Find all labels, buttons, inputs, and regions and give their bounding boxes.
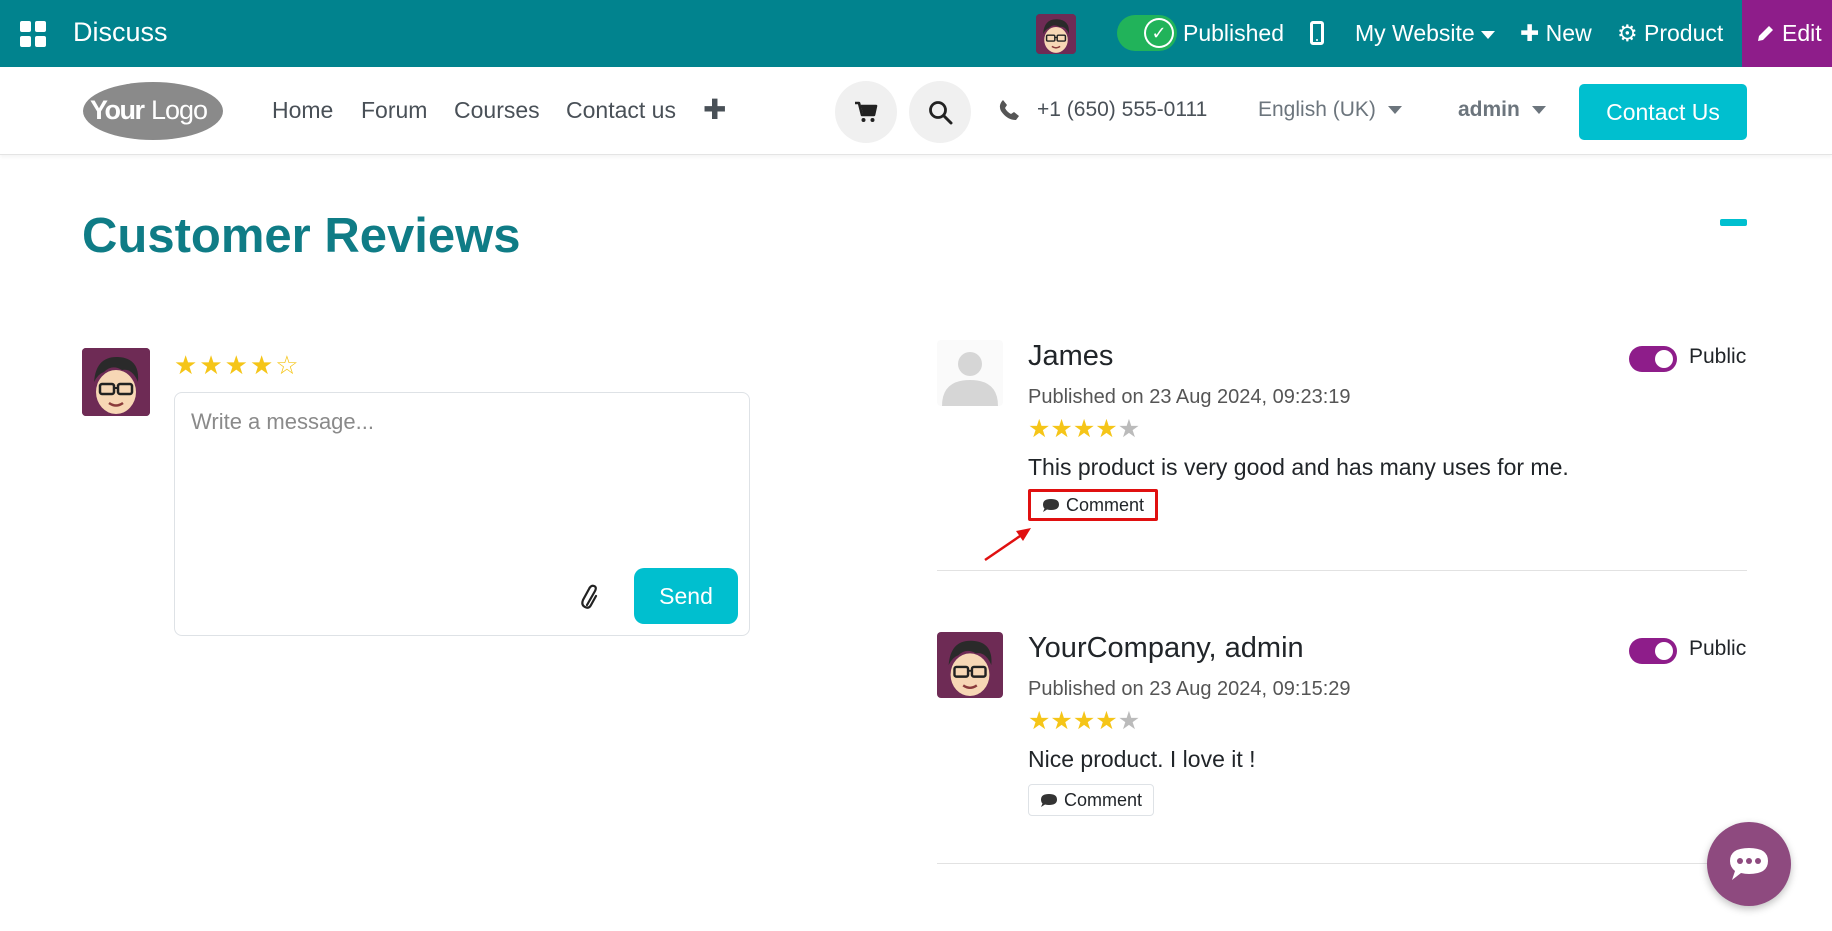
collapse-icon[interactable] [1720,219,1747,226]
apps-menu-icon[interactable] [20,21,46,47]
composer-rating[interactable]: ★ ★ ★ ★ ☆ [174,352,299,378]
comment-button[interactable]: Comment [1028,784,1155,816]
star-filled-icon: ★ [1072,707,1096,735]
live-chat-button[interactable] [1707,822,1791,906]
star-filled-icon[interactable]: ★ [174,352,197,378]
star-filled-icon: ★ [1095,415,1118,443]
cart-button[interactable] [835,81,897,143]
nav-forum[interactable]: Forum [361,97,427,124]
paperclip-icon[interactable] [581,583,601,613]
nav-contact-us[interactable]: Contact us [566,97,676,124]
edit-button[interactable]: Edit [1742,0,1832,67]
user-menu[interactable]: admin [1458,98,1546,122]
mobile-preview-icon[interactable] [1310,21,1324,45]
admin-topbar: Discuss ✓ Published My Website ✚ New ⚙ P… [0,0,1832,67]
star-filled-icon: ★ [1050,415,1073,443]
star-filled-icon: ★ [1050,707,1073,735]
site-logo[interactable]: Your Logo [82,81,224,141]
visibility-toggle[interactable] [1629,638,1677,664]
star-empty-icon: ★ [1117,415,1141,443]
review-avatar-placeholder [937,340,1003,406]
phone-number[interactable]: +1 (650) 555-0111 [1037,98,1207,122]
review-rating: ★ ★ ★ ★ ★ [1028,416,1140,442]
visibility-label: Public [1689,637,1747,660]
message-input[interactable] [191,409,731,549]
plus-icon: ✚ [1520,20,1540,46]
product-settings-button[interactable]: ⚙ Product [1617,20,1723,47]
star-filled-icon: ★ [1095,707,1118,735]
message-composer: Send [174,392,750,636]
cart-icon [855,101,878,122]
visibility-label: Public [1689,345,1747,368]
star-filled-icon[interactable]: ★ [199,352,222,378]
star-filled-icon[interactable]: ★ [250,352,273,378]
phone-icon [999,100,1019,120]
star-empty-icon: ★ [1117,707,1141,735]
new-button[interactable]: ✚ New [1520,20,1592,47]
speech-bubble-icon [1043,498,1059,512]
contact-us-button[interactable]: Contact Us [1579,84,1747,140]
gear-icon: ⚙ [1617,20,1638,46]
composer-avatar [82,348,150,416]
check-icon: ✓ [1146,20,1172,46]
review-date: Published on 23 Aug 2024, 09:23:19 [1028,386,1351,408]
nav-courses[interactable]: Courses [454,97,540,124]
review-author: YourCompany, admin [1028,632,1304,664]
svg-text:Your: Your [90,95,145,125]
star-filled-icon: ★ [1028,707,1051,735]
star-filled-icon[interactable]: ★ [225,352,248,378]
review-author: James [1028,340,1114,372]
pencil-icon [1758,26,1773,41]
search-icon [929,101,953,125]
published-toggle[interactable]: ✓ [1117,15,1177,51]
send-button[interactable]: Send [634,568,738,624]
review-text: This product is very good and has many u… [1028,454,1569,480]
published-label[interactable]: Published [1183,20,1284,47]
review-date: Published on 23 Aug 2024, 09:15:29 [1028,678,1351,700]
star-filled-icon: ★ [1072,415,1096,443]
visibility-toggle[interactable] [1629,346,1677,372]
review-avatar [937,632,1003,698]
search-button[interactable] [909,81,971,143]
svg-text:Logo: Logo [151,95,207,125]
review-text: Nice product. I love it ! [1028,746,1256,772]
star-filled-icon: ★ [1028,415,1051,443]
caret-down-icon [1480,30,1495,39]
divider [937,863,1747,864]
caret-down-icon [1531,106,1546,115]
chat-bubble-icon [1730,848,1768,880]
star-outline-icon[interactable]: ☆ [275,352,298,378]
comment-button[interactable]: Comment [1028,489,1159,521]
site-header: Your Logo Home Forum Courses Contact us … [0,67,1832,155]
user-avatar[interactable] [1036,14,1076,54]
divider [937,570,1747,571]
website-switcher[interactable]: My Website [1355,20,1495,47]
page-title: Customer Reviews [82,209,521,263]
speech-bubble-icon [1041,793,1057,807]
nav-home[interactable]: Home [272,97,333,124]
add-menu-item-icon[interactable]: ✚ [703,93,726,126]
language-selector[interactable]: English (UK) [1258,98,1402,122]
caret-down-icon [1387,106,1402,115]
annotation-arrow-icon [984,528,1031,562]
app-name[interactable]: Discuss [73,17,168,48]
review-rating: ★ ★ ★ ★ ★ [1028,708,1140,734]
